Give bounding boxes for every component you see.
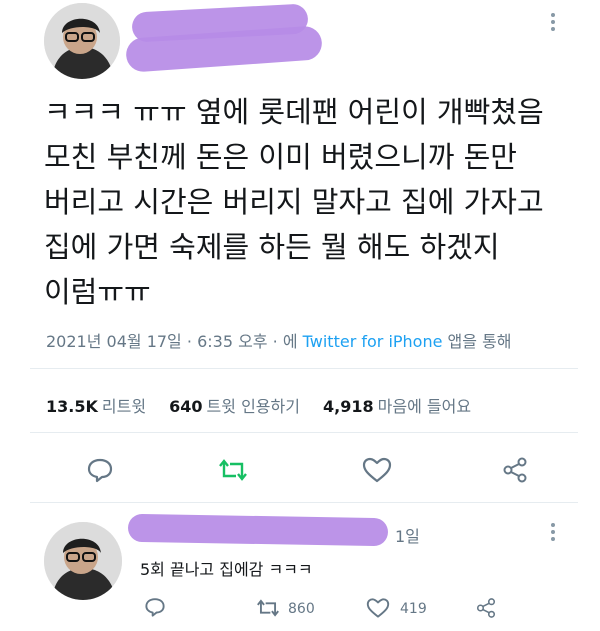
tweet-text: ㅋㅋㅋ ㅠㅠ 옆에 롯데팬 어린이 개빡쳤음 모친 부친께 돈은 이미 버렸으니… xyxy=(44,90,574,315)
retweets-count[interactable]: 13.5K xyxy=(46,397,98,416)
reply-author-avatar[interactable] xyxy=(44,522,122,600)
more-icon[interactable] xyxy=(550,12,556,36)
tweet-meta: 2021년 04월 17일 · 6:35 오후 · 에 Twitter for … xyxy=(46,328,512,352)
reply-text: 5회 끝나고 집에감 ㅋㅋㅋ xyxy=(140,560,313,579)
tweet-line: ㅋㅋㅋ ㅠㅠ 옆에 롯데팬 어린이 개빡쳤음 xyxy=(44,95,544,129)
retweets-label[interactable]: 리트윗 xyxy=(102,397,146,416)
tweet-date[interactable]: 2021년 04월 17일 xyxy=(46,332,182,351)
tweet-line: 모친 부친께 돈은 이미 버렸으니까 돈만 xyxy=(44,140,517,174)
via-suffix: 앱을 통해 xyxy=(447,332,512,351)
source-link[interactable]: Twitter for iPhone xyxy=(303,332,443,351)
author-avatar[interactable] xyxy=(44,3,120,79)
reply-share-icon[interactable] xyxy=(474,597,498,619)
share-icon[interactable] xyxy=(500,456,530,484)
via-prefix: 에 xyxy=(282,332,298,351)
likes-label[interactable]: 마음에 들어요 xyxy=(378,397,471,416)
tweet-line: 버리고 시간은 버리지 말자고 집에 가자고 xyxy=(44,185,544,219)
reply-more-icon[interactable] xyxy=(550,522,556,546)
avatar-image xyxy=(44,522,122,600)
reply-reply-icon[interactable] xyxy=(144,596,166,618)
tweet-line: 이럼ㅠㅠ xyxy=(44,275,151,309)
like-icon[interactable] xyxy=(362,456,392,484)
tweet-stats: 13.5K 리트윗 640 트윗 인용하기 4,918 마음에 들어요 xyxy=(46,393,489,417)
reply-like-count[interactable]: 419 xyxy=(400,601,427,617)
reply-time[interactable]: 1일 xyxy=(395,523,420,547)
avatar-image xyxy=(44,3,120,79)
tweet-line: 집에 가면 숙제를 하든 뭘 해도 하겠지 xyxy=(44,230,500,264)
reply-like-icon[interactable] xyxy=(366,597,390,619)
divider xyxy=(30,432,578,433)
tweet-time[interactable]: 6:35 오후 xyxy=(197,332,267,351)
meta-separator: · xyxy=(186,332,192,351)
reply-retweet-icon[interactable] xyxy=(256,597,280,619)
likes-count[interactable]: 4,918 xyxy=(323,397,374,416)
redacted-reply-username xyxy=(127,513,389,547)
divider xyxy=(30,368,578,369)
meta-separator: · xyxy=(272,332,278,351)
reply-icon[interactable] xyxy=(86,456,114,484)
reply-retweet-count[interactable]: 860 xyxy=(288,601,315,617)
quotes-label[interactable]: 트윗 인용하기 xyxy=(207,397,300,416)
divider xyxy=(30,502,578,503)
quotes-count[interactable]: 640 xyxy=(169,397,202,416)
retweet-icon[interactable] xyxy=(218,456,248,484)
